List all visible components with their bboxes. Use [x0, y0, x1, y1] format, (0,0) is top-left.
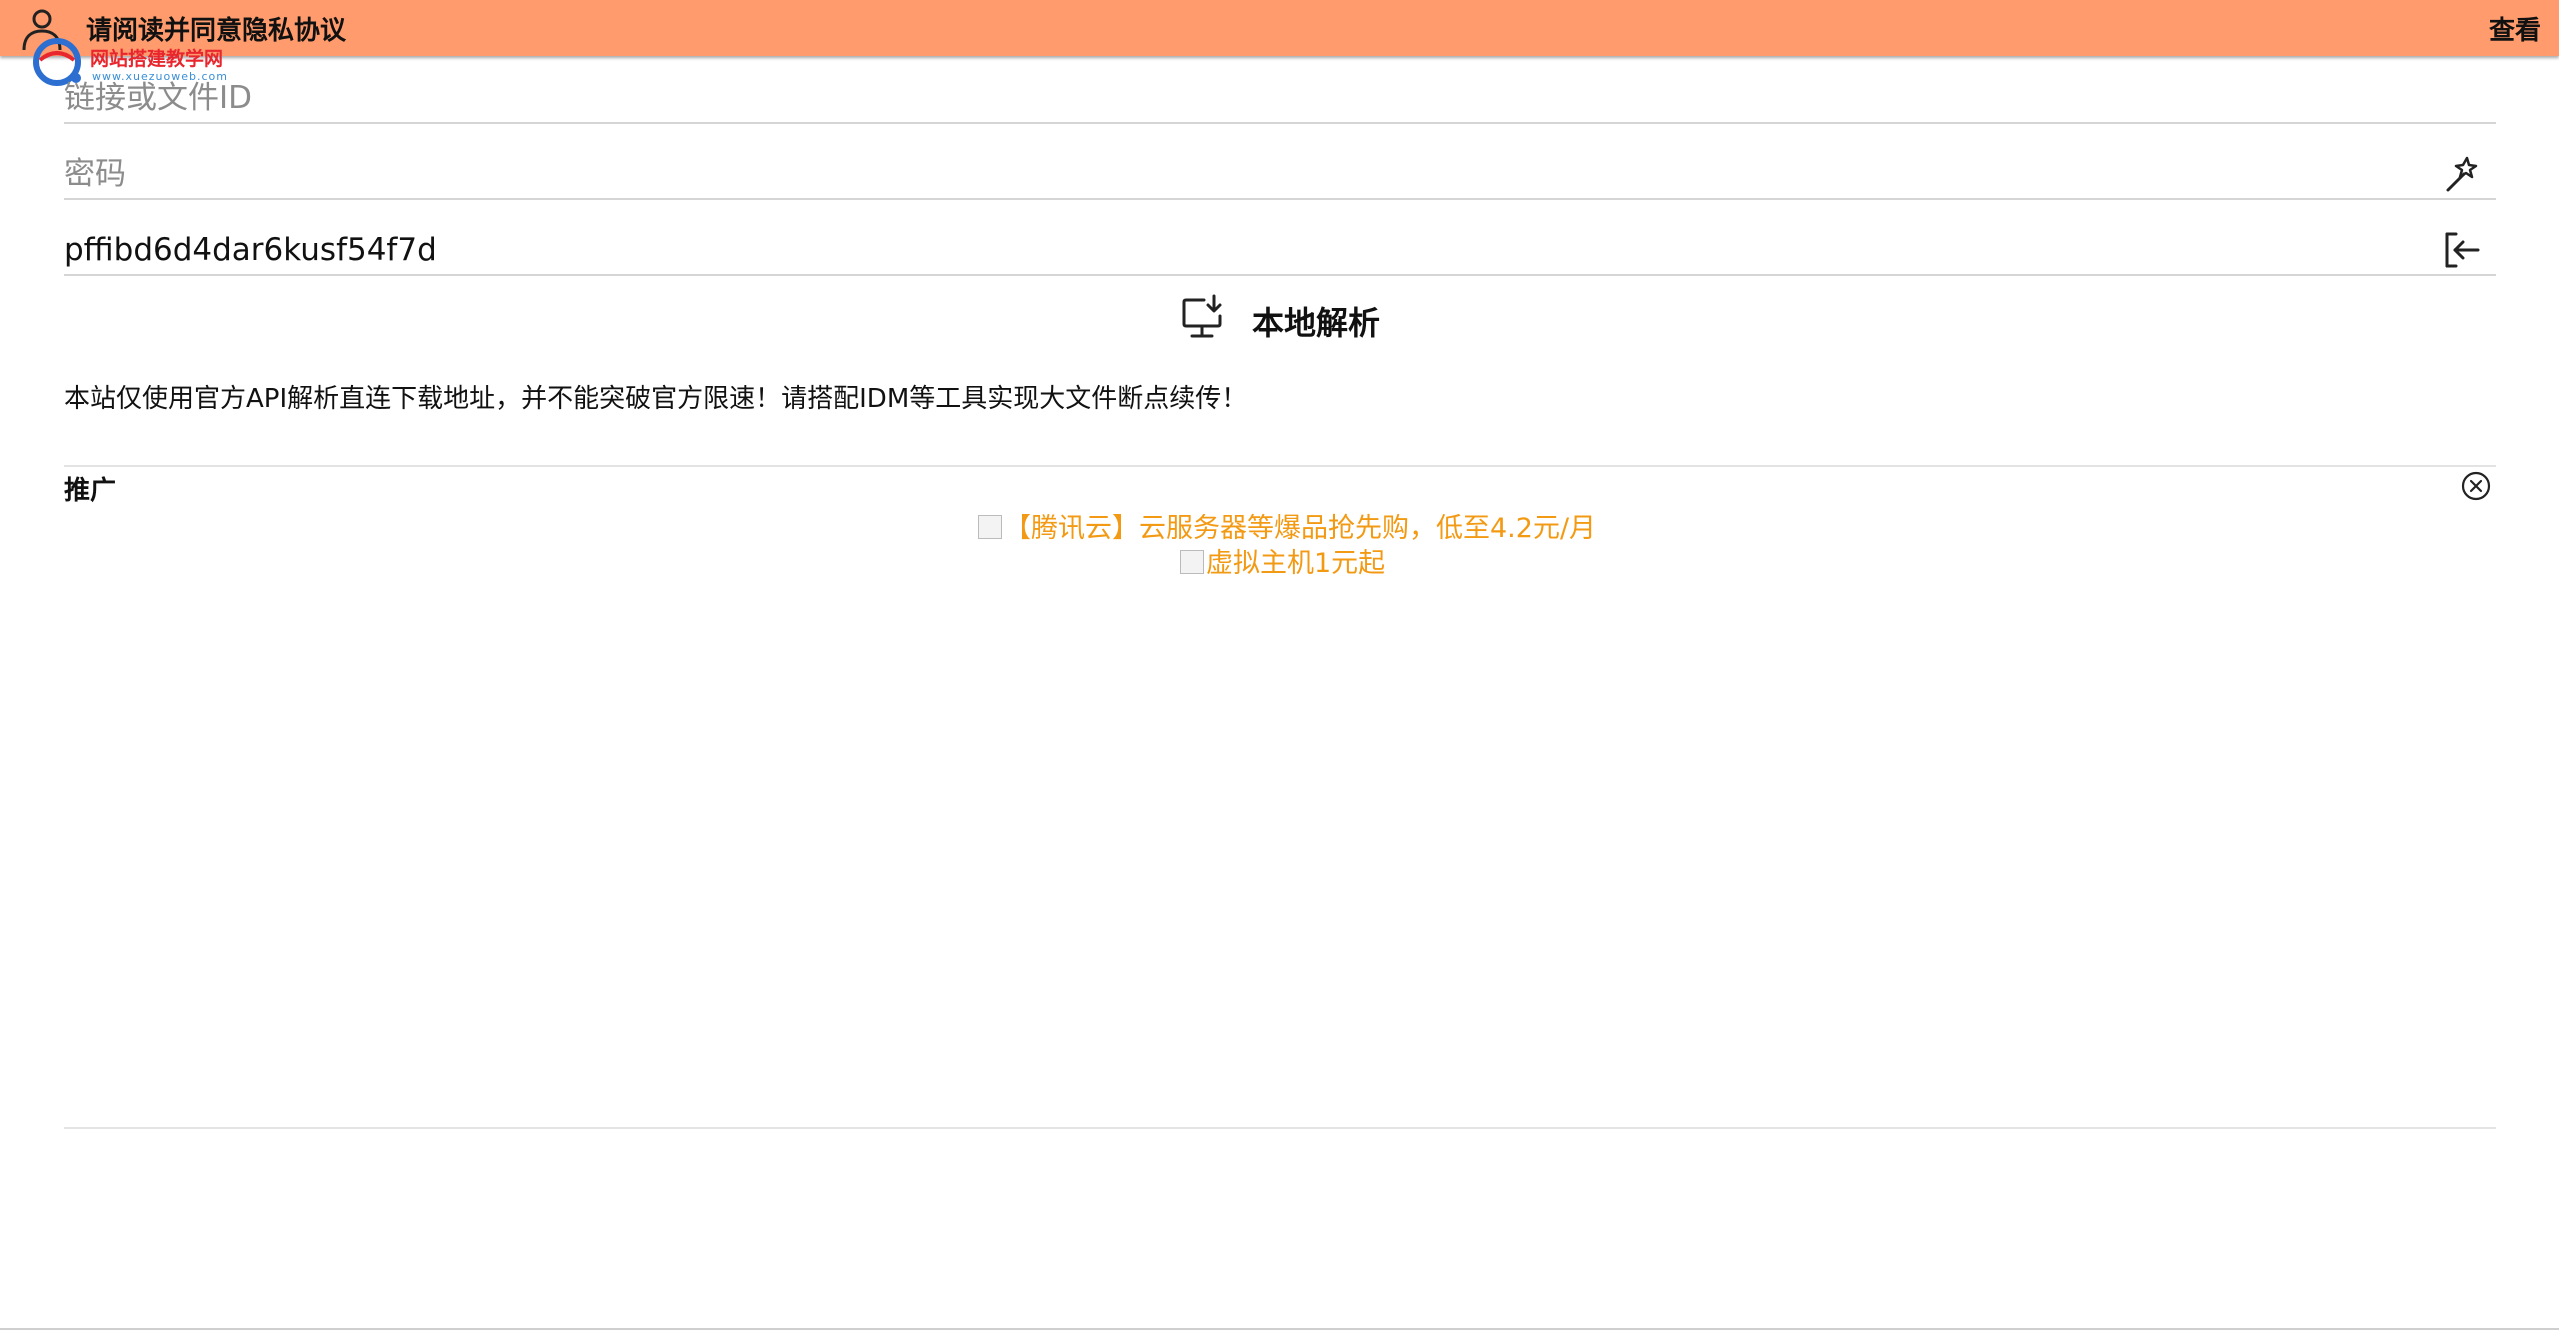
- password-field: [64, 150, 2496, 200]
- view-privacy-button[interactable]: 查看: [2489, 10, 2541, 47]
- link-field: [64, 74, 2496, 124]
- watermark-text: 网站搭建教学网: [90, 48, 224, 70]
- ad-text: 【腾讯云】云服务器等爆品抢先购，低至4.2元/月: [1004, 513, 1597, 544]
- link-input[interactable]: [64, 76, 2404, 120]
- ad-text: 虚拟主机1元起: [1206, 548, 1386, 579]
- code-input[interactable]: [64, 228, 2404, 272]
- close-circle-icon[interactable]: [2460, 470, 2492, 502]
- promo-top-divider: [64, 465, 2496, 467]
- promo-title: 推广: [64, 476, 117, 506]
- local-parse-label: 本地解析: [1252, 304, 1381, 342]
- ad-link-virtual-host[interactable]: 虚拟主机1元起: [1180, 541, 1385, 580]
- code-field: [64, 226, 2496, 276]
- broken-image-icon: [978, 515, 1002, 539]
- monitor-download-icon: [1182, 294, 1222, 338]
- password-input[interactable]: [64, 152, 2404, 196]
- magic-wand-icon[interactable]: [2442, 154, 2482, 194]
- broken-image-icon: [1180, 550, 1204, 574]
- notice-bar: 请阅读并同意隐私协议 查看: [0, 0, 2559, 56]
- promo-bottom-divider: [64, 1127, 2496, 1129]
- page-bottom-divider: [0, 1328, 2559, 1330]
- disclaimer-text: 本站仅使用官方API解析直连下载地址，并不能突破官方限速！请搭配IDM等工具实现…: [64, 384, 1248, 414]
- ad-link-tencent-cloud[interactable]: 【腾讯云】云服务器等爆品抢先购，低至4.2元/月: [978, 506, 1596, 545]
- login-icon[interactable]: [2442, 230, 2482, 270]
